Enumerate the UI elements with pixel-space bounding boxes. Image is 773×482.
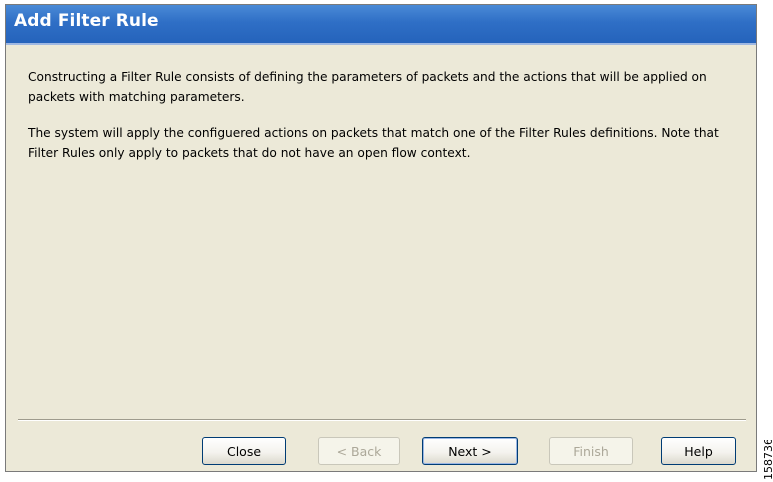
title-bar-divider: [6, 43, 756, 45]
button-area-separator: [18, 419, 746, 421]
title-bar: Add Filter Rule: [6, 5, 756, 43]
add-filter-rule-dialog: Add Filter Rule Constructing a Filter Ru…: [5, 4, 757, 472]
dialog-title: Add Filter Rule: [14, 11, 159, 31]
description-paragraph-1: Constructing a Filter Rule consists of d…: [28, 70, 707, 104]
figure-id-text: 158736: [762, 440, 773, 480]
back-button[interactable]: < Back: [318, 437, 400, 465]
finish-button[interactable]: Finish: [549, 437, 633, 465]
close-button[interactable]: Close: [202, 437, 286, 465]
next-button[interactable]: Next >: [422, 437, 518, 465]
description-paragraph-2: The system will apply the configuered ac…: [28, 126, 719, 160]
dialog-content: Constructing a Filter Rule consists of d…: [28, 67, 738, 179]
figure-id-watermark: 158736: [760, 440, 773, 482]
help-button[interactable]: Help: [661, 437, 736, 465]
